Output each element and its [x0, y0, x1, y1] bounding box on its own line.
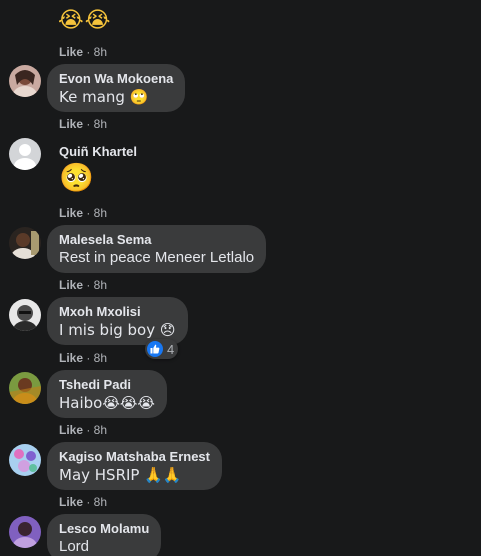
like-link[interactable]: Like: [59, 495, 83, 509]
avatar[interactable]: [9, 516, 41, 548]
comment-emoji: 🥺: [59, 161, 94, 194]
comment-time: · 8h: [83, 278, 108, 292]
comment-time: · 8h: [83, 495, 108, 509]
comment-time: · 8h: [83, 351, 108, 365]
comment-bubble: Malesela Sema Rest in peace Meneer Letla…: [47, 225, 267, 273]
like-link[interactable]: Like: [59, 117, 83, 131]
comment-meta: Like · 8h: [59, 495, 107, 509]
comment-author[interactable]: Tshedi Padi: [59, 377, 155, 393]
comment-bubble: Quiñ Khartel 🥺: [47, 137, 149, 201]
comment-author[interactable]: Quiñ Khartel: [59, 144, 137, 160]
comment-meta: Like · 8h: [59, 117, 107, 131]
comment-author[interactable]: Mxoh Mxolisi: [59, 304, 176, 320]
comment-meta: Like · 8h: [59, 45, 107, 59]
comment-author[interactable]: Lesco Molamu: [59, 521, 149, 537]
comment-time: · 8h: [83, 117, 108, 131]
avatar[interactable]: [9, 65, 41, 97]
comment-text: I mis big boy 😞: [59, 321, 176, 339]
comment-text: Rest in peace Meneer Letlalo: [59, 249, 255, 266]
comment-text: Lord: [59, 538, 90, 555]
like-link[interactable]: Like: [59, 206, 83, 220]
avatar[interactable]: [9, 372, 41, 404]
avatar[interactable]: [9, 138, 41, 170]
like-link[interactable]: Like: [59, 45, 83, 59]
avatar[interactable]: [9, 299, 41, 331]
comment-meta: Like · 8h: [59, 423, 107, 437]
avatar[interactable]: [9, 444, 41, 476]
like-link[interactable]: Like: [59, 351, 83, 365]
reaction-summary[interactable]: 4: [145, 339, 179, 359]
comment-text: Ke mang 🙄: [59, 88, 149, 106]
like-link[interactable]: Like: [59, 423, 83, 437]
comment-bubble: Mxoh Mxolisi I mis big boy 😞: [47, 297, 188, 345]
comment-time: · 8h: [83, 45, 108, 59]
comment-author[interactable]: Kagiso Matshaba Ernest: [59, 449, 210, 465]
comment-meta: Like · 8h: [59, 351, 107, 365]
comment-author[interactable]: Evon Wa Mokoena: [59, 71, 173, 87]
comment-meta: Like · 8h: [59, 206, 107, 220]
like-link[interactable]: Like: [59, 278, 83, 292]
comment-text: May HSRIP 🙏🙏: [59, 466, 182, 484]
comment-time: · 8h: [83, 423, 108, 437]
thumbs-up-icon: [147, 341, 163, 357]
comment-meta: Like · 8h: [59, 278, 107, 292]
comment-bubble: Evon Wa Mokoena Ke mang 🙄: [47, 64, 186, 112]
reaction-count: 4: [167, 341, 175, 357]
comment-thread: 😭😭 Like · 8h Evon Wa Mokoena Ke mang 🙄 L…: [0, 0, 481, 556]
previous-comment-emoji: 😭😭: [58, 8, 112, 33]
comment-bubble: Kagiso Matshaba Ernest May HSRIP 🙏🙏: [47, 442, 222, 490]
comment-text: Haibo😭😭😭: [59, 394, 155, 412]
avatar[interactable]: [9, 227, 41, 259]
comment-author[interactable]: Malesela Sema: [59, 232, 254, 248]
comment-bubble: Lesco Molamu Lord: [47, 514, 162, 556]
comment-bubble: Tshedi Padi Haibo😭😭😭: [47, 370, 167, 418]
comment-time: · 8h: [83, 206, 108, 220]
